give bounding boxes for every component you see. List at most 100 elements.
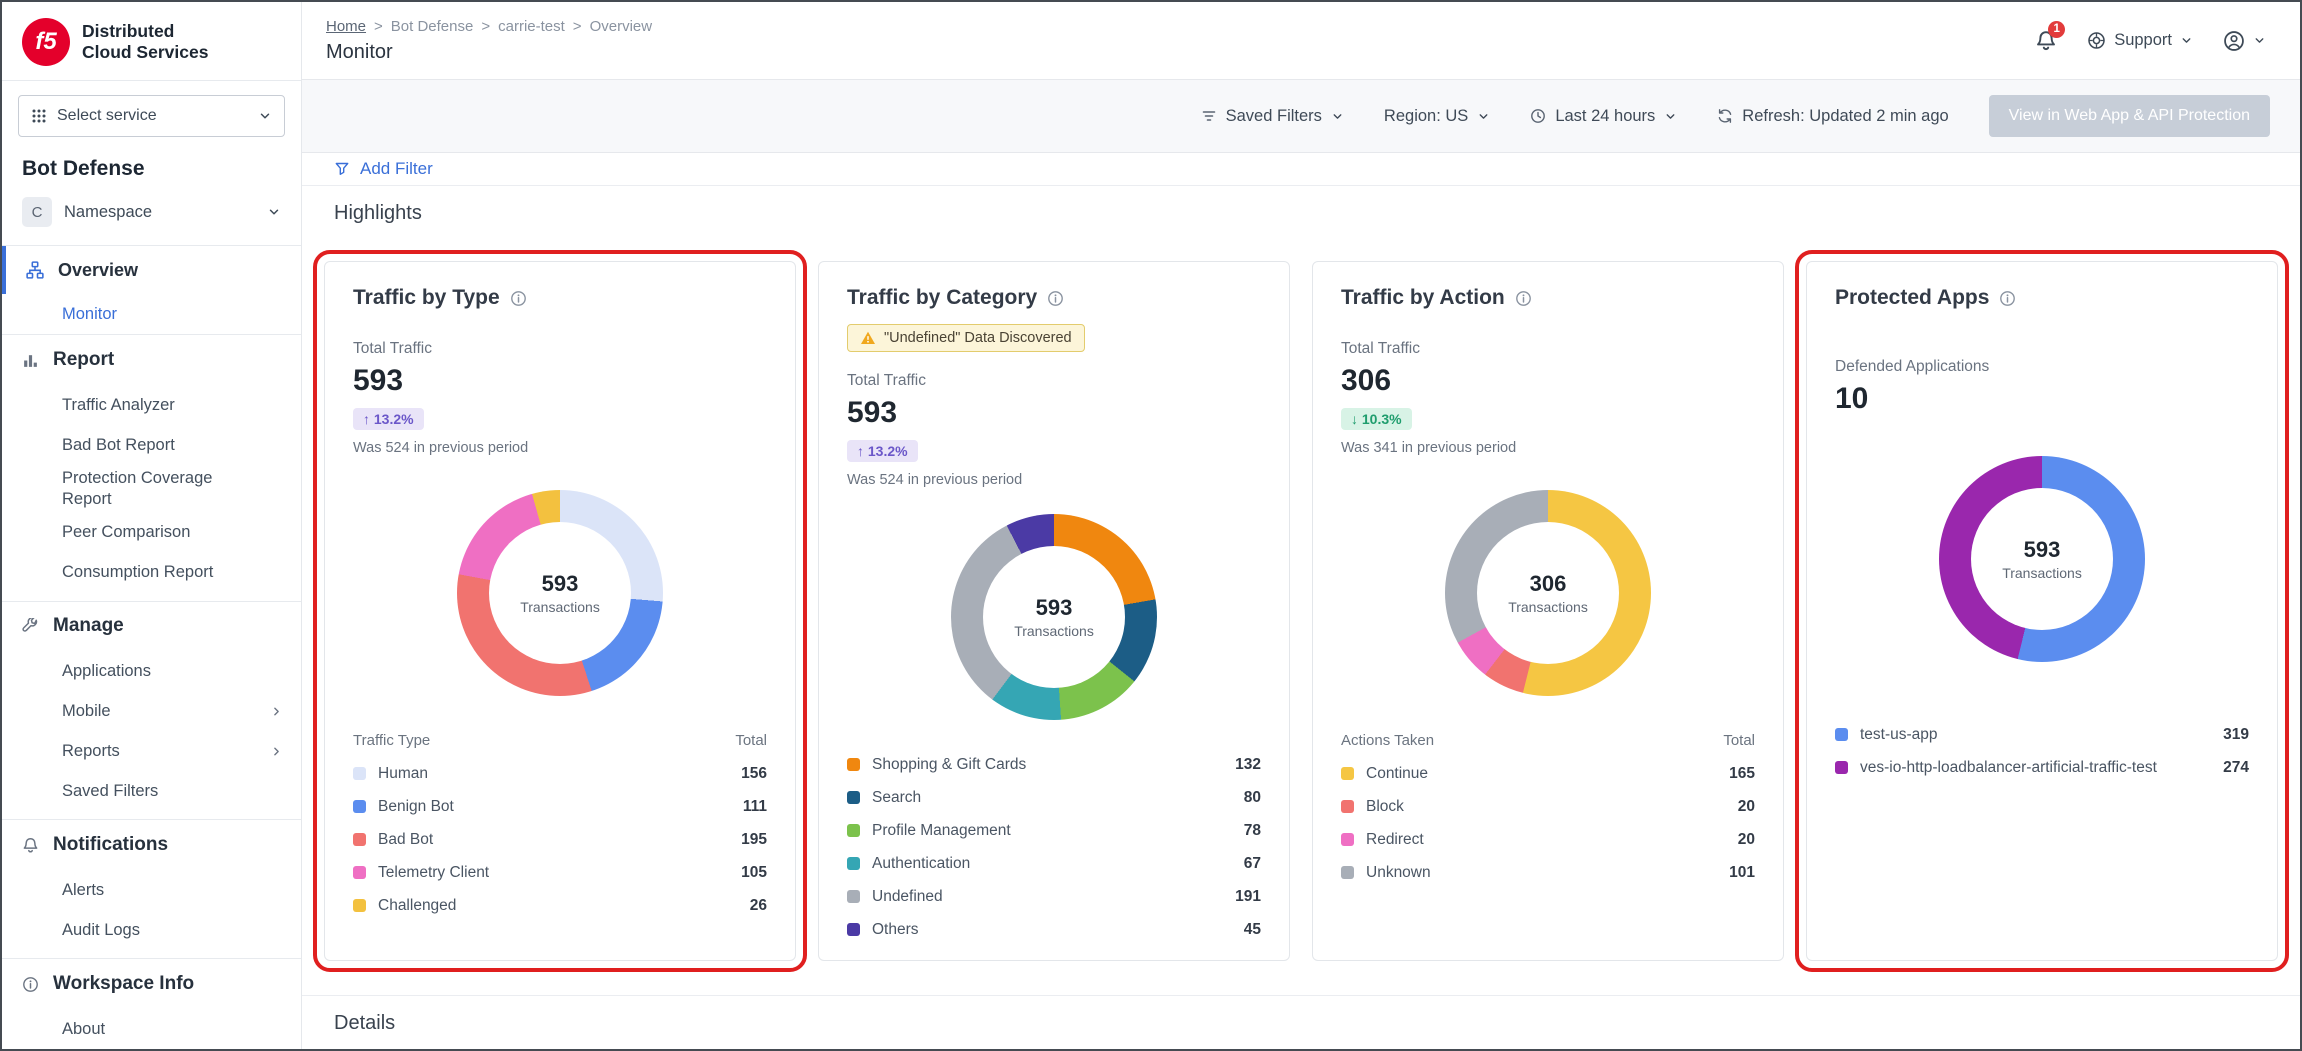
legend-label: Redirect [1366,831,1424,849]
legend-row: ves-io-http-loadbalancer-artificial-traf… [1835,751,2249,784]
namespace-selector[interactable]: C Namespace [18,193,285,231]
account-menu[interactable] [2223,30,2266,52]
chevron-down-icon [2180,34,2193,47]
sidebar-item-protection-coverage-report[interactable]: Protection Coverage Report [2,465,242,513]
breadcrumb-separator: > [481,18,490,35]
metric-label: Total Traffic [847,372,1261,390]
info-icon[interactable] [1047,290,1064,307]
warning-icon [860,330,876,346]
sidebar-item-traffic-analyzer[interactable]: Traffic Analyzer [2,385,301,425]
header-left: Home > Bot Defense > carrie-test > Overv… [326,18,652,64]
brand-text: Distributed Cloud Services [82,21,208,63]
sidebar-item-about[interactable]: About [2,1009,301,1049]
notifications-button[interactable]: 1 [2035,30,2057,52]
refresh-button[interactable]: Refresh: Updated 2 min ago [1717,107,1948,126]
sidebar-item-bad-bot-report[interactable]: Bad Bot Report [2,425,301,465]
legend-row: Profile Management 78 [847,814,1261,847]
chevron-down-icon [2253,34,2266,47]
legend-swatch [1341,800,1354,813]
donut-center-value: 593 [542,571,579,597]
donut-chart-traffic-by-type[interactable]: 593 Transactions [457,490,663,696]
card-title: Protected Apps [1835,286,1989,310]
add-filter-button[interactable]: Add Filter [302,153,2300,186]
metric-label: Total Traffic [353,340,767,358]
sidebar-item-monitor[interactable]: Monitor [2,294,301,334]
sidebar-item-saved-filters[interactable]: Saved Filters [2,771,301,811]
metric-label: Total Traffic [1341,340,1755,358]
legend-row: Block 20 [1341,790,1755,823]
legend-value: 78 [1244,822,1261,840]
service-selector-label: Select service [57,107,248,125]
legend-value: 319 [2223,726,2249,744]
sidebar-item-label: Overview [58,260,138,281]
sidebar-item-mobile[interactable]: Mobile [2,691,301,731]
chevron-down-icon [258,109,272,123]
legend-value: 165 [1729,765,1755,783]
sidebar-item-peer-comparison[interactable]: Peer Comparison [2,513,301,553]
group-label: Report [53,349,114,371]
donut-chart-traffic-by-category[interactable]: 593 Transactions [951,514,1157,720]
legend-row: Redirect 20 [1341,823,1755,856]
legend-row: Bad Bot 195 [353,823,767,856]
time-range-label: Last 24 hours [1555,107,1655,126]
sidebar-item-consumption-report[interactable]: Consumption Report [2,553,301,593]
legend-swatch [847,857,860,870]
metric-value: 593 [847,396,1261,430]
sidebar-group-manage: Manage [2,602,301,652]
group-label: Manage [53,615,124,637]
delta-badge: ↑ 13.2% [847,440,918,462]
group-label: Notifications [53,834,168,856]
info-icon[interactable] [1999,290,2016,307]
previous-period: Was 341 in previous period [1341,440,1755,456]
breadcrumb-separator: > [374,18,383,35]
support-menu[interactable]: Support [2087,31,2193,50]
chevron-right-icon [270,745,283,758]
content-panel: Add Filter Highlights Traffic by Type To… [302,152,2300,1049]
sidebar-item-overview[interactable]: Overview [2,246,301,294]
donut-center-value: 306 [1530,571,1567,597]
sidebar-item-audit-logs[interactable]: Audit Logs [2,910,301,950]
metric-label: Defended Applications [1835,358,2249,376]
donut-center: 306 Transactions [1477,522,1619,664]
time-range-dropdown[interactable]: Last 24 hours [1530,107,1677,126]
legend-row: Others 45 [847,913,1261,946]
legend-row: Search 80 [847,781,1261,814]
legend-swatch [847,758,860,771]
legend-value: 20 [1738,798,1755,816]
info-icon[interactable] [510,290,527,307]
breadcrumb-home[interactable]: Home [326,18,366,35]
metric-value: 593 [353,364,767,398]
brand: f5 Distributed Cloud Services [2,2,301,80]
legend-label: Unknown [1366,864,1431,882]
legend-value: 191 [1235,888,1261,906]
breadcrumb-namespace[interactable]: carrie-test [498,18,565,35]
breadcrumb-current: Overview [590,18,653,35]
breadcrumb-bot-defense[interactable]: Bot Defense [391,18,474,35]
sidebar-group-workspace-info: Workspace Info [2,959,301,1009]
delta-badge: ↓ 10.3% [1341,408,1412,430]
sidebar-item-label: Reports [62,741,120,762]
sidebar-item-reports[interactable]: Reports [2,731,301,771]
legend: Traffic Type Total Human 156 Benign Bot … [353,732,767,922]
legend: test-us-app 319 ves-io-http-loadbalancer… [1835,718,2249,784]
sidebar-item-alerts[interactable]: Alerts [2,870,301,910]
legend-swatch [1341,833,1354,846]
bar-chart-icon [22,352,39,369]
metric-value: 10 [1835,382,2249,416]
donut-chart-protected-apps[interactable]: 593 Transactions [1939,456,2145,662]
donut-chart-traffic-by-action[interactable]: 306 Transactions [1445,490,1651,696]
app-window: f5 Distributed Cloud Services Select ser… [0,0,2302,1051]
legend-row: Undefined 191 [847,880,1261,913]
legend-row: Benign Bot 111 [353,790,767,823]
brand-line2: Cloud Services [82,42,208,63]
donut-center: 593 Transactions [983,546,1125,688]
legend-value: 111 [743,798,767,816]
sidebar-item-applications[interactable]: Applications [2,651,301,691]
view-in-waap-button[interactable]: View in Web App & API Protection [1989,95,2270,137]
region-dropdown[interactable]: Region: US [1384,107,1490,126]
chevron-down-icon [267,205,281,219]
saved-filters-dropdown[interactable]: Saved Filters [1201,107,1344,126]
info-icon[interactable] [1515,290,1532,307]
filter-lines-icon [1201,108,1217,124]
service-selector[interactable]: Select service [18,95,285,137]
